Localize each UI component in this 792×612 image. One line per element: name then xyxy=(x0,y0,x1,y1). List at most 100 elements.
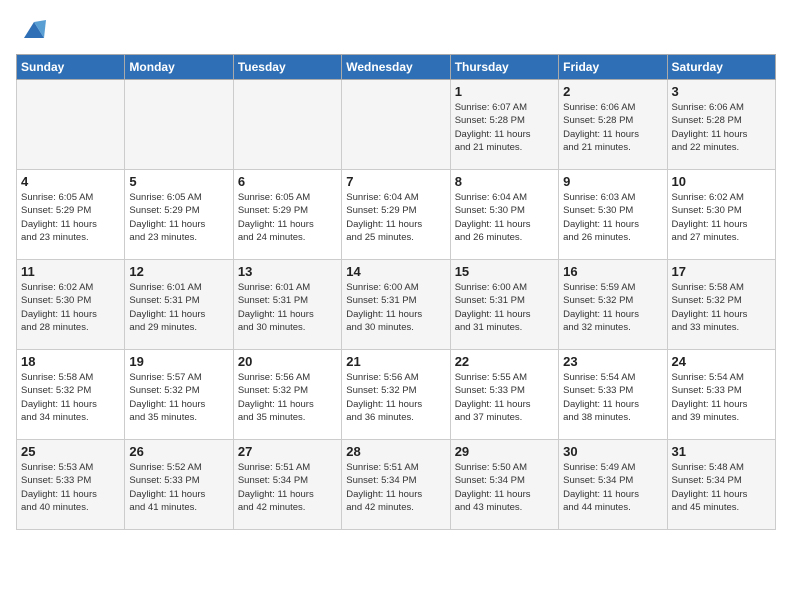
calendar-cell: 11Sunrise: 6:02 AM Sunset: 5:30 PM Dayli… xyxy=(17,260,125,350)
calendar-cell: 3 Sunrise: 6:06 AM Sunset: 5:28 PM Daylig… xyxy=(667,80,775,170)
day-info: Sunrise: 6:01 AM Sunset: 5:31 PM Dayligh… xyxy=(238,281,337,334)
day-info: Sunrise: 5:57 AM Sunset: 5:32 PM Dayligh… xyxy=(129,371,228,424)
weekday-header-sunday: Sunday xyxy=(17,55,125,80)
calendar-cell xyxy=(125,80,233,170)
day-info: Sunrise: 5:56 AM Sunset: 5:32 PM Dayligh… xyxy=(238,371,337,424)
day-info: Sunrise: 5:54 AM Sunset: 5:33 PM Dayligh… xyxy=(672,371,771,424)
day-info: Sunrise: 6:00 AM Sunset: 5:31 PM Dayligh… xyxy=(455,281,554,334)
calendar-cell: 24Sunrise: 5:54 AM Sunset: 5:33 PM Dayli… xyxy=(667,350,775,440)
day-info: Sunrise: 6:05 AM Sunset: 5:29 PM Dayligh… xyxy=(21,191,120,244)
calendar-cell xyxy=(342,80,450,170)
day-info: Sunrise: 6:07 AM Sunset: 5:28 PM Dayligh… xyxy=(455,101,554,154)
week-row-3: 11Sunrise: 6:02 AM Sunset: 5:30 PM Dayli… xyxy=(17,260,776,350)
day-info: Sunrise: 5:52 AM Sunset: 5:33 PM Dayligh… xyxy=(129,461,228,514)
week-row-4: 18 Sunrise: 5:58 AM Sunset: 5:32 PM Dayli… xyxy=(17,350,776,440)
calendar-cell: 16 Sunrise: 5:59 AM Sunset: 5:32 PM Dayli… xyxy=(559,260,667,350)
day-number: 13 xyxy=(238,264,337,279)
calendar-cell: 15 Sunrise: 6:00 AM Sunset: 5:31 PM Dayli… xyxy=(450,260,558,350)
day-info: Sunrise: 5:53 AM Sunset: 5:33 PM Dayligh… xyxy=(21,461,120,514)
calendar-cell: 19 Sunrise: 5:57 AM Sunset: 5:32 PM Dayli… xyxy=(125,350,233,440)
day-info: Sunrise: 6:00 AM Sunset: 5:31 PM Dayligh… xyxy=(346,281,445,334)
day-info: Sunrise: 5:48 AM Sunset: 5:34 PM Dayligh… xyxy=(672,461,771,514)
day-info: Sunrise: 6:02 AM Sunset: 5:30 PM Dayligh… xyxy=(672,191,771,244)
week-row-1: 1 Sunrise: 6:07 AM Sunset: 5:28 PM Daylig… xyxy=(17,80,776,170)
weekday-header-friday: Friday xyxy=(559,55,667,80)
day-number: 16 xyxy=(563,264,662,279)
day-info: Sunrise: 5:51 AM Sunset: 5:34 PM Dayligh… xyxy=(346,461,445,514)
calendar-cell: 21 Sunrise: 5:56 AM Sunset: 5:32 PM Dayli… xyxy=(342,350,450,440)
day-number: 6 xyxy=(238,174,337,189)
day-info: Sunrise: 6:01 AM Sunset: 5:31 PM Dayligh… xyxy=(129,281,228,334)
day-info: Sunrise: 5:59 AM Sunset: 5:32 PM Dayligh… xyxy=(563,281,662,334)
day-info: Sunrise: 6:05 AM Sunset: 5:29 PM Dayligh… xyxy=(238,191,337,244)
day-info: Sunrise: 5:51 AM Sunset: 5:34 PM Dayligh… xyxy=(238,461,337,514)
calendar-cell: 29 Sunrise: 5:50 AM Sunset: 5:34 PM Dayli… xyxy=(450,440,558,530)
calendar-cell: 23Sunrise: 5:54 AM Sunset: 5:33 PM Dayli… xyxy=(559,350,667,440)
calendar-cell: 4Sunrise: 6:05 AM Sunset: 5:29 PM Daylig… xyxy=(17,170,125,260)
day-number: 29 xyxy=(455,444,554,459)
day-number: 26 xyxy=(129,444,228,459)
calendar-cell: 13 Sunrise: 6:01 AM Sunset: 5:31 PM Dayli… xyxy=(233,260,341,350)
day-info: Sunrise: 6:03 AM Sunset: 5:30 PM Dayligh… xyxy=(563,191,662,244)
day-info: Sunrise: 6:02 AM Sunset: 5:30 PM Dayligh… xyxy=(21,281,120,334)
day-number: 18 xyxy=(21,354,120,369)
calendar-cell: 30 Sunrise: 5:49 AM Sunset: 5:34 PM Dayli… xyxy=(559,440,667,530)
calendar-cell: 8Sunrise: 6:04 AM Sunset: 5:30 PM Daylig… xyxy=(450,170,558,260)
calendar-cell: 26 Sunrise: 5:52 AM Sunset: 5:33 PM Dayli… xyxy=(125,440,233,530)
calendar-cell: 14 Sunrise: 6:00 AM Sunset: 5:31 PM Dayli… xyxy=(342,260,450,350)
day-number: 20 xyxy=(238,354,337,369)
calendar-cell: 31 Sunrise: 5:48 AM Sunset: 5:34 PM Dayli… xyxy=(667,440,775,530)
day-info: Sunrise: 5:54 AM Sunset: 5:33 PM Dayligh… xyxy=(563,371,662,424)
calendar-cell: 10 Sunrise: 6:02 AM Sunset: 5:30 PM Dayli… xyxy=(667,170,775,260)
day-info: Sunrise: 5:56 AM Sunset: 5:32 PM Dayligh… xyxy=(346,371,445,424)
day-number: 10 xyxy=(672,174,771,189)
day-number: 19 xyxy=(129,354,228,369)
calendar-cell: 28 Sunrise: 5:51 AM Sunset: 5:34 PM Dayli… xyxy=(342,440,450,530)
day-info: Sunrise: 5:49 AM Sunset: 5:34 PM Dayligh… xyxy=(563,461,662,514)
day-number: 17 xyxy=(672,264,771,279)
day-number: 22 xyxy=(455,354,554,369)
calendar-cell: 20 Sunrise: 5:56 AM Sunset: 5:32 PM Dayli… xyxy=(233,350,341,440)
calendar-cell: 5 Sunrise: 6:05 AM Sunset: 5:29 PM Daylig… xyxy=(125,170,233,260)
page-header xyxy=(16,16,776,44)
day-info: Sunrise: 5:58 AM Sunset: 5:32 PM Dayligh… xyxy=(672,281,771,334)
calendar-cell: 17 Sunrise: 5:58 AM Sunset: 5:32 PM Dayli… xyxy=(667,260,775,350)
calendar-cell: 1 Sunrise: 6:07 AM Sunset: 5:28 PM Daylig… xyxy=(450,80,558,170)
day-number: 1 xyxy=(455,84,554,99)
day-info: Sunrise: 6:04 AM Sunset: 5:30 PM Dayligh… xyxy=(455,191,554,244)
day-number: 3 xyxy=(672,84,771,99)
calendar-cell: 22 Sunrise: 5:55 AM Sunset: 5:33 PM Dayli… xyxy=(450,350,558,440)
calendar-cell xyxy=(233,80,341,170)
day-number: 14 xyxy=(346,264,445,279)
calendar-body: 1 Sunrise: 6:07 AM Sunset: 5:28 PM Daylig… xyxy=(17,80,776,530)
week-row-2: 4Sunrise: 6:05 AM Sunset: 5:29 PM Daylig… xyxy=(17,170,776,260)
weekday-header-tuesday: Tuesday xyxy=(233,55,341,80)
day-info: Sunrise: 6:06 AM Sunset: 5:28 PM Dayligh… xyxy=(563,101,662,154)
day-number: 5 xyxy=(129,174,228,189)
day-info: Sunrise: 6:04 AM Sunset: 5:29 PM Dayligh… xyxy=(346,191,445,244)
logo xyxy=(16,16,48,44)
day-number: 7 xyxy=(346,174,445,189)
day-number: 27 xyxy=(238,444,337,459)
day-number: 30 xyxy=(563,444,662,459)
week-row-5: 25 Sunrise: 5:53 AM Sunset: 5:33 PM Dayli… xyxy=(17,440,776,530)
day-info: Sunrise: 5:50 AM Sunset: 5:34 PM Dayligh… xyxy=(455,461,554,514)
weekday-header-row: SundayMondayTuesdayWednesdayThursdayFrid… xyxy=(17,55,776,80)
day-info: Sunrise: 5:55 AM Sunset: 5:33 PM Dayligh… xyxy=(455,371,554,424)
day-number: 15 xyxy=(455,264,554,279)
weekday-header-wednesday: Wednesday xyxy=(342,55,450,80)
day-number: 21 xyxy=(346,354,445,369)
day-number: 25 xyxy=(21,444,120,459)
day-info: Sunrise: 6:05 AM Sunset: 5:29 PM Dayligh… xyxy=(129,191,228,244)
day-number: 12 xyxy=(129,264,228,279)
day-info: Sunrise: 5:58 AM Sunset: 5:32 PM Dayligh… xyxy=(21,371,120,424)
calendar-cell: 6 Sunrise: 6:05 AM Sunset: 5:29 PM Daylig… xyxy=(233,170,341,260)
calendar-cell: 27 Sunrise: 5:51 AM Sunset: 5:34 PM Dayli… xyxy=(233,440,341,530)
calendar-cell xyxy=(17,80,125,170)
calendar-cell: 18 Sunrise: 5:58 AM Sunset: 5:32 PM Dayli… xyxy=(17,350,125,440)
calendar-cell: 7 Sunrise: 6:04 AM Sunset: 5:29 PM Daylig… xyxy=(342,170,450,260)
day-info: Sunrise: 6:06 AM Sunset: 5:28 PM Dayligh… xyxy=(672,101,771,154)
day-number: 31 xyxy=(672,444,771,459)
day-number: 28 xyxy=(346,444,445,459)
calendar-cell: 25 Sunrise: 5:53 AM Sunset: 5:33 PM Dayli… xyxy=(17,440,125,530)
